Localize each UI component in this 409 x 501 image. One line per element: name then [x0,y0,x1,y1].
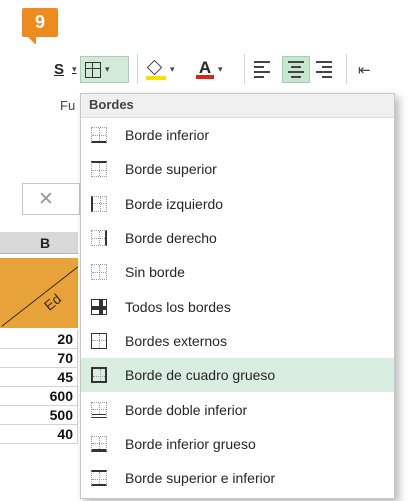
border-left-icon [91,195,107,212]
border-bottom-icon [91,127,107,144]
menu-item-bordes-externos[interactable]: Bordes externos [81,324,394,358]
menu-item-sin-borde[interactable]: Sin borde [81,255,394,289]
thick-box-border-icon [91,367,107,384]
align-center-button[interactable] [282,56,310,83]
decrease-indent-button[interactable]: ⇤ [358,56,371,83]
align-right-button[interactable] [314,56,334,83]
thick-bottom-border-icon [91,435,107,452]
menu-item-borde-doble-inferior[interactable]: Borde doble inferior [81,392,394,426]
menu-item-label: Sin borde [125,264,185,281]
menu-item-label: Borde superior [125,161,217,178]
step-badge: 9 [22,8,58,45]
menu-item-borde-inferior[interactable]: Borde inferior [81,118,394,152]
align-left-button[interactable] [252,56,272,83]
chevron-down-icon[interactable]: ▾ [218,64,223,75]
align-right-icon [314,60,334,80]
menu-item-label: Todos los bordes [125,298,231,315]
border-right-icon [91,230,107,247]
align-left-icon [252,60,272,80]
ribbon-group-label: Fu [60,98,76,113]
paint-bucket-icon [146,59,166,80]
decrease-indent-icon: ⇤ [358,61,371,79]
no-border-icon [91,264,107,281]
ribbon-divider [137,54,138,84]
menu-item-label: Bordes externos [125,332,227,349]
menu-item-label: Borde izquierdo [125,195,224,212]
borders-dropdown-menu: Bordes Borde inferior Borde superior Bor… [80,93,395,499]
cell[interactable]: 40 [0,425,78,444]
menu-item-borde-superior-e-inferior[interactable]: Borde superior e inferior [81,461,394,495]
menu-item-label: Borde derecho [125,230,217,247]
all-borders-icon [91,298,107,315]
cell[interactable]: 500 [0,406,78,425]
column-header-b[interactable]: B [0,232,78,254]
column-header-label: B [40,235,51,251]
cell[interactable]: 70 [0,349,78,368]
menu-item-label: Borde de cuadro grueso [125,367,276,384]
font-color-button[interactable]: A ▾ [196,56,223,83]
chevron-down-icon[interactable]: ▾ [170,64,175,75]
cell[interactable]: 20 [0,330,78,349]
cell[interactable]: 600 [0,387,78,406]
cell-values: 20 70 45 600 500 40 [0,330,78,444]
menu-item-label: Borde inferior grueso [125,435,256,452]
outside-borders-icon [91,332,107,349]
fill-color-button[interactable]: ▾ [146,56,175,83]
menu-item-borde-superior[interactable]: Borde superior [81,152,394,186]
top-bottom-border-icon [91,470,107,487]
double-bottom-border-icon [91,401,107,418]
cell[interactable]: 45 [0,368,78,387]
cancel-icon[interactable]: ✕ [38,188,54,211]
borders-button[interactable]: ▾ [80,56,129,83]
menu-item-borde-derecho[interactable]: Borde derecho [81,221,394,255]
align-center-icon [286,60,306,80]
ribbon-divider [346,54,347,84]
menu-item-borde-de-cuadro-grueso[interactable]: Borde de cuadro grueso [81,358,394,393]
menu-item-todos-los-bordes[interactable]: Todos los bordes [81,289,394,323]
menu-item-borde-inferior-grueso[interactable]: Borde inferior grueso [81,427,394,461]
chevron-down-icon[interactable]: ▾ [72,64,77,75]
header-cell-text: Ed [40,290,65,314]
underline-label: S [54,61,65,78]
ribbon-divider [244,54,245,84]
menu-item-borde-izquierdo[interactable]: Borde izquierdo [81,187,394,221]
header-cell[interactable]: Ed [0,258,78,328]
border-top-icon [91,161,107,178]
font-color-icon: A [196,59,214,79]
diagonal-border [1,258,78,327]
menu-item-label: Borde doble inferior [125,401,248,418]
chevron-down-icon[interactable]: ▾ [105,64,110,75]
menu-item-label: Borde superior e inferior [125,470,276,487]
menu-item-label: Borde inferior [125,127,210,144]
underline-button[interactable]: S ▾ [54,56,77,83]
borders-icon [85,61,101,78]
dropdown-title: Bordes [81,94,394,118]
